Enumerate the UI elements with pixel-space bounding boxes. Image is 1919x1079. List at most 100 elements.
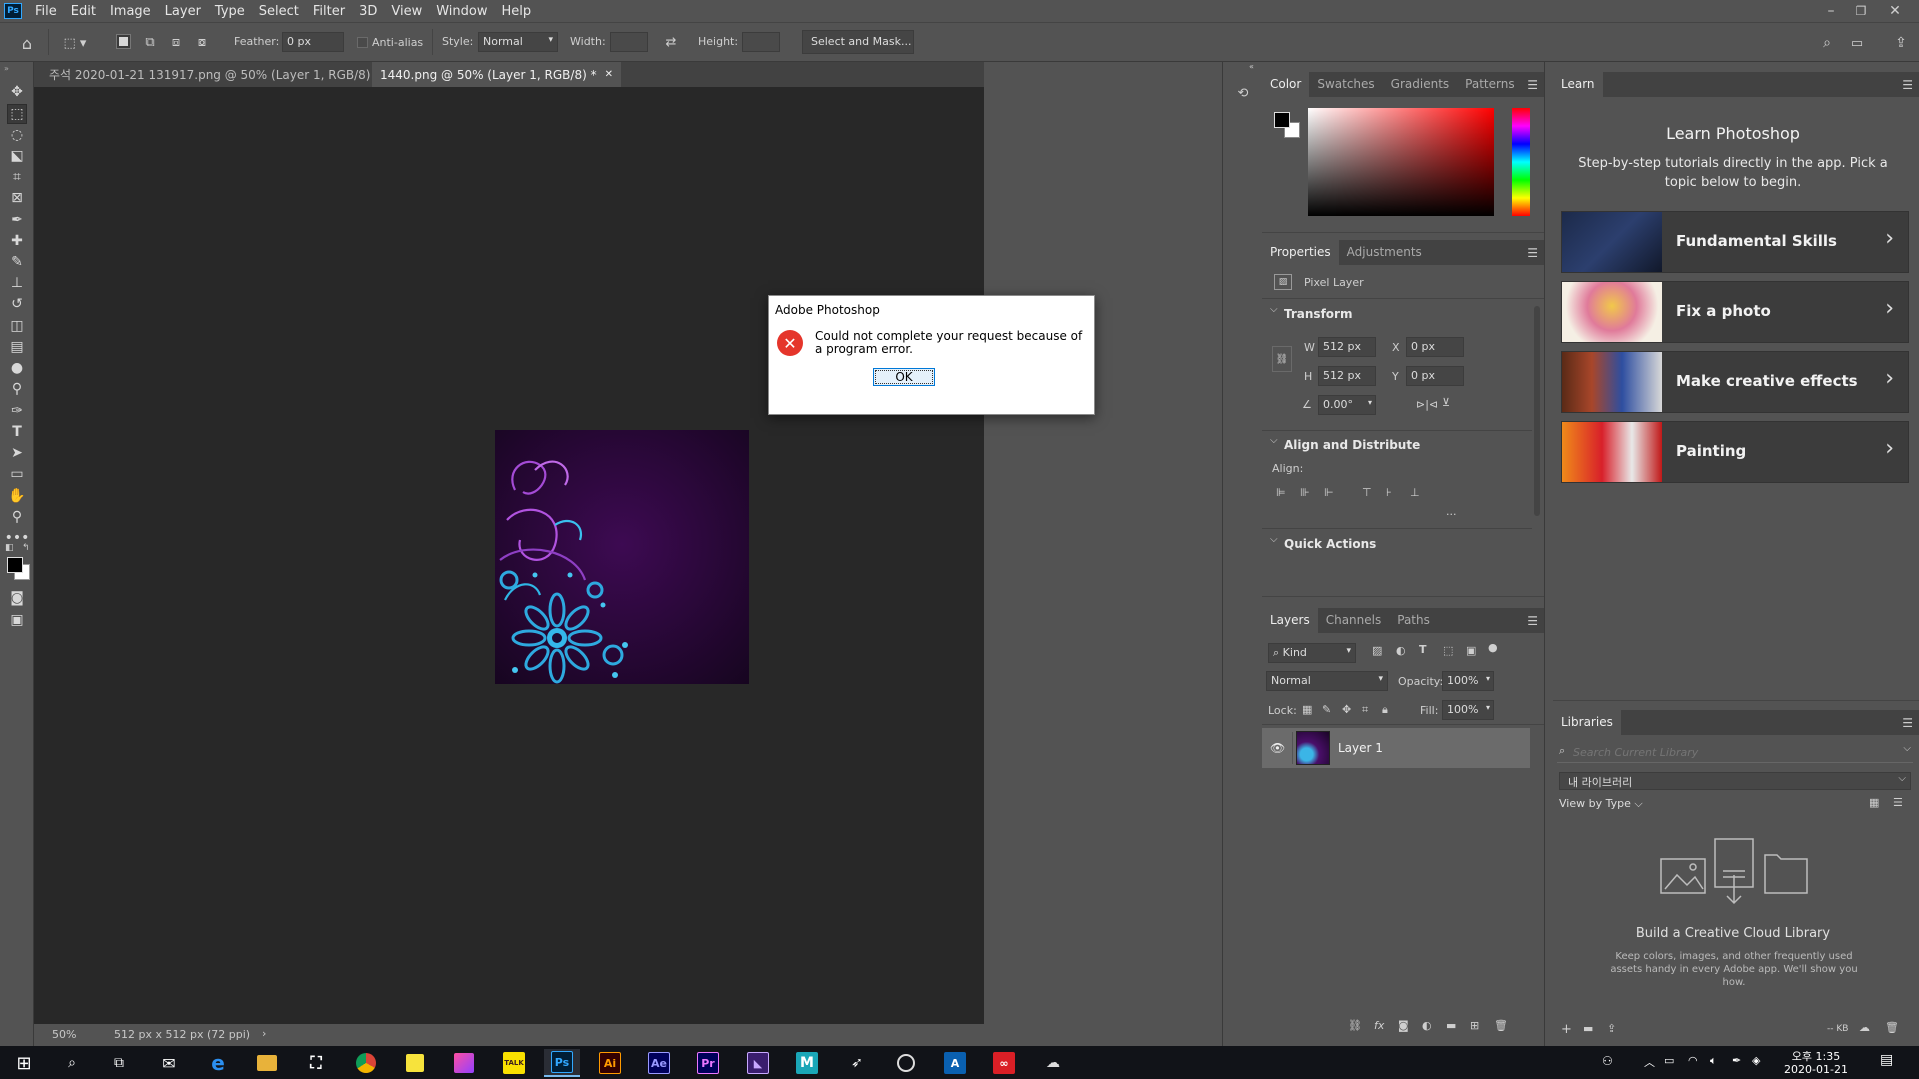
- search-icon[interactable]: ⌕: [1816, 32, 1838, 54]
- menu-layer[interactable]: Layer: [158, 4, 208, 19]
- document-canvas-image[interactable]: [495, 430, 749, 684]
- history-brush-tool-icon[interactable]: ↺: [7, 294, 27, 314]
- rectangle-tool-icon[interactable]: ▭: [7, 464, 27, 484]
- cloud-icon[interactable]: ☁: [1859, 1021, 1870, 1034]
- eyedropper-tool-icon[interactable]: ✒: [7, 210, 27, 230]
- learn-card-make-creative-effects[interactable]: Make creative effects ›: [1561, 351, 1909, 413]
- menu-3d[interactable]: 3D: [352, 4, 384, 19]
- link-layers-icon[interactable]: ⛓: [1348, 1019, 1362, 1032]
- taskbar-app[interactable]: ☁: [1035, 1049, 1071, 1077]
- lock-pixels-icon[interactable]: ✎: [1322, 703, 1331, 716]
- creative-cloud-icon[interactable]: ∞: [986, 1049, 1022, 1077]
- edge-icon[interactable]: e: [200, 1049, 236, 1077]
- menu-window[interactable]: Window: [429, 4, 494, 19]
- network-icon[interactable]: ◠: [1688, 1054, 1698, 1067]
- new-selection-icon[interactable]: [116, 34, 131, 49]
- menu-file[interactable]: File: [28, 4, 64, 19]
- angle-field[interactable]: 0.00° ▾: [1318, 395, 1376, 415]
- new-layer-icon[interactable]: ⊞: [1470, 1019, 1479, 1032]
- filter-adjustment-icon[interactable]: ◐: [1396, 644, 1406, 657]
- workspace-icon[interactable]: ▭: [1846, 32, 1868, 54]
- align-right-icon[interactable]: ⊩: [1324, 486, 1334, 499]
- status-menu-icon[interactable]: ›: [262, 1027, 266, 1040]
- align-left-icon[interactable]: ⊫: [1276, 486, 1286, 499]
- menu-type[interactable]: Type: [208, 4, 252, 19]
- tab-patterns[interactable]: Patterns: [1457, 72, 1522, 97]
- align-header[interactable]: Align and Distribute: [1284, 438, 1420, 452]
- store-icon[interactable]: ⛶: [298, 1049, 334, 1077]
- pen-icon[interactable]: ✒: [1732, 1054, 1741, 1067]
- clock-date[interactable]: 2020-01-21: [1778, 1063, 1854, 1076]
- filter-smart-object-icon[interactable]: ▣: [1466, 644, 1476, 657]
- object-selection-tool-icon[interactable]: ⬕: [7, 146, 27, 166]
- screen-mode-icon[interactable]: ▣: [7, 610, 27, 630]
- default-colors-icon[interactable]: ◧: [5, 543, 14, 553]
- flip-horizontal-icon[interactable]: ⊳|⊲: [1416, 398, 1438, 411]
- library-search-input[interactable]: [1573, 743, 1873, 761]
- width-field[interactable]: 512 px: [1318, 337, 1376, 357]
- menu-edit[interactable]: Edit: [64, 4, 103, 19]
- menu-select[interactable]: Select: [252, 4, 306, 19]
- properties-scrollbar[interactable]: [1534, 306, 1540, 516]
- tab-adjustments[interactable]: Adjustments: [1339, 240, 1430, 265]
- blur-tool-icon[interactable]: ●: [7, 358, 27, 378]
- x-field[interactable]: 0 px: [1406, 337, 1464, 357]
- fx-icon[interactable]: fx: [1374, 1019, 1384, 1032]
- overwatch-icon[interactable]: [888, 1049, 924, 1077]
- chevron-down-icon[interactable]: ⌵: [1270, 304, 1278, 315]
- gradient-tool-icon[interactable]: ▤: [7, 337, 27, 357]
- trash-icon[interactable]: 🗑︎: [1885, 1021, 1899, 1034]
- doc-tab-1[interactable]: 주석 2020-01-21 131917.png @ 50% (Layer 1,…: [41, 62, 395, 87]
- opacity-field[interactable]: 100% ▾: [1442, 671, 1494, 691]
- hue-slider[interactable]: [1512, 108, 1530, 216]
- menu-image[interactable]: Image: [103, 4, 158, 19]
- dodge-tool-icon[interactable]: ⚲: [7, 379, 27, 399]
- taskbar-premiere[interactable]: Pr: [690, 1049, 726, 1077]
- ps-logo[interactable]: Ps: [4, 3, 22, 19]
- sticky-notes-icon[interactable]: [397, 1049, 433, 1077]
- color-field[interactable]: [1308, 108, 1494, 216]
- subtract-selection-icon[interactable]: ⧈: [166, 32, 186, 52]
- tab-channels[interactable]: Channels: [1318, 608, 1390, 633]
- tab-learn[interactable]: Learn: [1553, 72, 1603, 97]
- tab-layers[interactable]: Layers: [1262, 608, 1318, 633]
- chrome-icon[interactable]: [348, 1049, 384, 1077]
- taskbar-app[interactable]: ➶: [839, 1049, 875, 1077]
- lock-position-icon[interactable]: ✥: [1342, 703, 1351, 716]
- lock-transparent-icon[interactable]: ▦: [1302, 703, 1312, 716]
- rectangular-marquee-tool-icon[interactable]: ⬚: [7, 104, 27, 124]
- new-group-icon[interactable]: ▬: [1446, 1019, 1456, 1032]
- file-explorer-icon[interactable]: [249, 1049, 285, 1077]
- restore-button[interactable]: ❐: [1846, 0, 1876, 22]
- menu-help[interactable]: Help: [495, 4, 539, 19]
- fill-field[interactable]: 100% ▾: [1442, 700, 1494, 720]
- filter-pixel-icon[interactable]: ▨: [1372, 644, 1382, 657]
- align-bottom-icon[interactable]: ⊥: [1410, 486, 1420, 499]
- tab-properties[interactable]: Properties: [1262, 240, 1339, 265]
- select-and-mask-button[interactable]: Select and Mask...: [802, 30, 914, 54]
- y-field[interactable]: 0 px: [1406, 366, 1464, 386]
- start-icon[interactable]: ⊞: [6, 1049, 42, 1077]
- eraser-tool-icon[interactable]: ◫: [7, 316, 27, 336]
- grid-view-icon[interactable]: ▦: [1869, 796, 1879, 809]
- learn-card-fix-a-photo[interactable]: Fix a photo ›: [1561, 281, 1909, 343]
- tab-color[interactable]: Color: [1262, 72, 1310, 97]
- foreground-color-chip[interactable]: [1274, 112, 1290, 128]
- view-by-type-dropdown[interactable]: View by Type ⌵: [1559, 797, 1643, 811]
- menu-view[interactable]: View: [384, 4, 429, 19]
- height-field[interactable]: 512 px: [1318, 366, 1376, 386]
- marquee-preset-icon[interactable]: ⬚ ▾: [60, 32, 90, 54]
- flip-vertical-icon[interactable]: ⊻: [1442, 396, 1450, 409]
- transform-header[interactable]: Transform: [1284, 307, 1352, 321]
- learn-card-painting[interactable]: Painting ›: [1561, 421, 1909, 483]
- new-library-folder-icon[interactable]: ▬: [1583, 1022, 1593, 1035]
- add-selection-icon[interactable]: ⧉: [140, 32, 160, 52]
- zoom-level[interactable]: 50%: [52, 1028, 76, 1041]
- link-icon[interactable]: ⛓: [1272, 346, 1292, 372]
- learn-card-fundamental-skills[interactable]: Fundamental Skills ›: [1561, 211, 1909, 273]
- layer-row[interactable]: 👁︎ Layer 1: [1262, 728, 1530, 768]
- lock-artboard-icon[interactable]: ⌗: [1362, 703, 1368, 717]
- brush-tool-icon[interactable]: ✎: [7, 252, 27, 272]
- align-top-icon[interactable]: ⊤: [1362, 486, 1372, 499]
- taskbar-app[interactable]: A: [937, 1049, 973, 1077]
